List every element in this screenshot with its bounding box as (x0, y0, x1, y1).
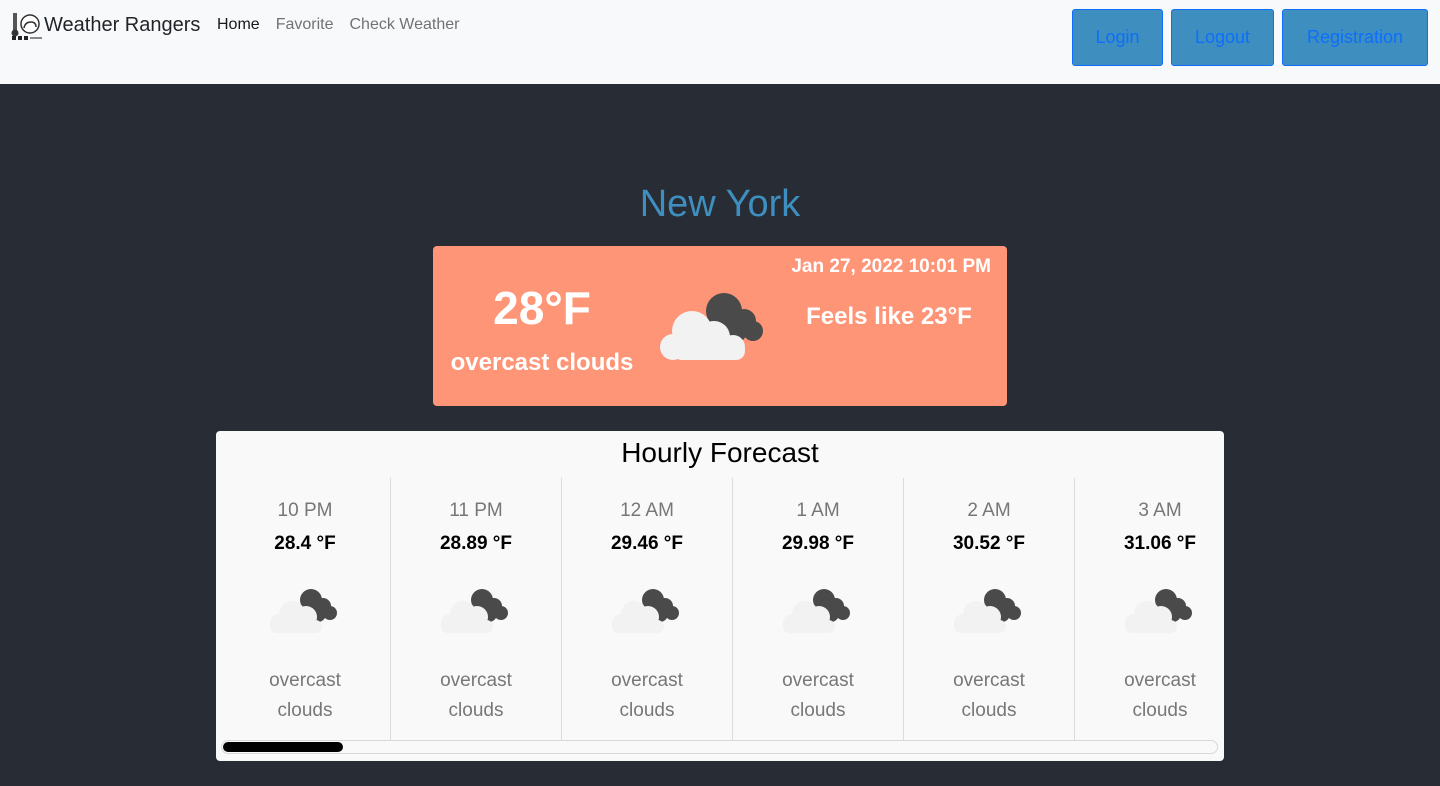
hourly-forecast-list[interactable]: 10 PM 28.4 °F overcast clouds 11 PM 28.89… (220, 478, 1222, 740)
forecast-temp: 29.46 °F (610, 533, 684, 554)
hourly-forecast-title: Hourly Forecast (621, 437, 819, 468)
forecast-item: 10 PM 28.4 °F overcast clouds (220, 478, 391, 740)
brand-link[interactable]: Weather Rangers (10, 8, 200, 42)
forecast-item: 2 AM 30.52 °F overcast clouds (904, 478, 1075, 740)
overcast-clouds-icon (954, 589, 1021, 633)
overcast-clouds-icon (270, 589, 337, 633)
forecast-time: 3 AM (1138, 500, 1182, 521)
forecast-desc: overcast clouds (611, 670, 683, 721)
forecast-desc: overcast clouds (1124, 670, 1196, 721)
scrollbar-thumb[interactable] (223, 742, 343, 752)
forecast-item: 12 AM 29.46 °F overcast clouds (562, 478, 733, 740)
forecast-item: 1 AM 29.98 °F overcast clouds (733, 478, 904, 740)
navbar: Weather Rangers Home Favorite Check Weat… (0, 0, 1440, 84)
overcast-clouds-icon (441, 589, 508, 633)
current-weather-card: Jan 27, 2022 10:01 PM 28°F overcast clou… (433, 246, 1007, 406)
current-datetime: Jan 27, 2022 10:01 PM (791, 256, 991, 277)
login-button[interactable]: Login (1072, 9, 1163, 66)
forecast-time: 10 PM (277, 500, 333, 521)
overcast-clouds-icon (612, 589, 679, 633)
forecast-temp: 30.52 °F (952, 533, 1026, 554)
forecast-temp: 28.89 °F (439, 533, 513, 554)
nav-link-home[interactable]: Home (217, 16, 260, 34)
forecast-temp: 31.06 °F (1123, 533, 1197, 554)
weather-station-logo-icon (11, 13, 42, 40)
forecast-temp: 28.4 °F (274, 533, 336, 554)
registration-button[interactable]: Registration (1282, 9, 1428, 66)
horizontal-scrollbar[interactable] (221, 740, 1218, 754)
forecast-item: 11 PM 28.89 °F overcast clouds (391, 478, 562, 740)
forecast-time: 1 AM (796, 500, 840, 521)
forecast-time: 2 AM (967, 500, 1011, 521)
forecast-item: 3 AM 31.06 °F overcast clouds (1075, 478, 1224, 740)
feels-like: Feels like 23°F (806, 303, 972, 330)
current-temperature: 28°F (493, 282, 591, 334)
overcast-clouds-icon (660, 293, 763, 360)
forecast-temp: 29.98 °F (781, 533, 855, 554)
brand-name: Weather Rangers (44, 13, 201, 36)
forecast-time: 11 PM (449, 500, 503, 521)
city-title: New York (639, 183, 801, 225)
forecast-desc: overcast clouds (269, 670, 341, 721)
overcast-clouds-icon (783, 589, 850, 633)
hourly-forecast-panel: Hourly Forecast 10 PM 28.4 °F overcast cl… (216, 431, 1224, 761)
overcast-clouds-icon (1125, 589, 1192, 633)
logout-button[interactable]: Logout (1171, 9, 1274, 66)
forecast-desc: overcast clouds (953, 670, 1025, 721)
nav-links: Home Favorite Check Weather (217, 16, 459, 34)
forecast-time: 12 AM (620, 500, 674, 521)
forecast-desc: overcast clouds (440, 670, 512, 721)
nav-link-favorite[interactable]: Favorite (276, 16, 334, 34)
nav-link-check-weather[interactable]: Check Weather (349, 16, 459, 34)
forecast-desc: overcast clouds (782, 670, 854, 721)
current-description: overcast clouds (450, 349, 634, 376)
